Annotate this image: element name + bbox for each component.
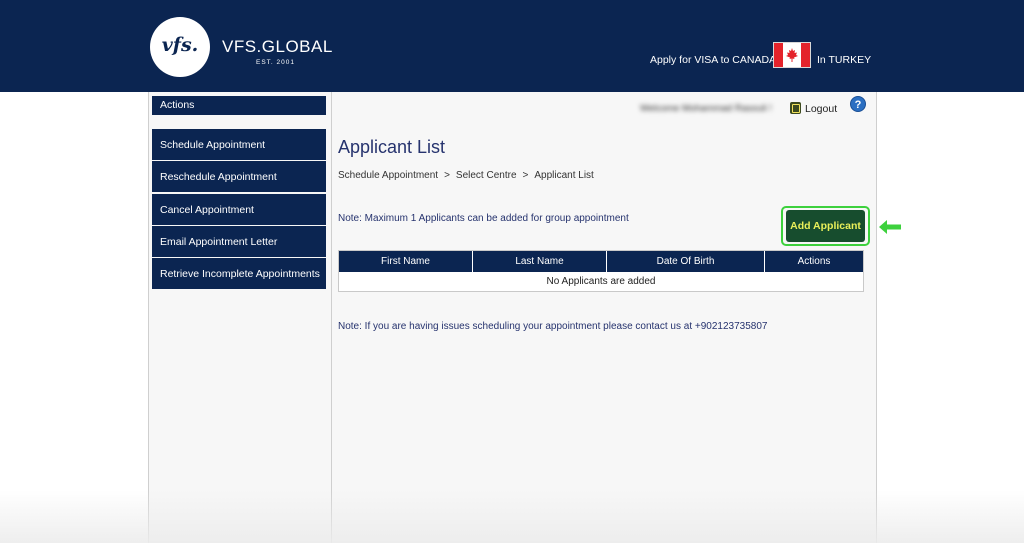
sidebar-item-schedule-appointment[interactable]: Schedule Appointment (152, 129, 326, 160)
table-empty-message: No Applicants are added (339, 272, 863, 291)
sidebar-item-cancel-appointment[interactable]: Cancel Appointment (152, 194, 326, 225)
applicant-table: First Name Last Name Date Of Birth Actio… (338, 250, 864, 292)
welcome-text: Welcome Mohammad Rasouli ! (640, 103, 772, 114)
page-title: Applicant List (338, 137, 446, 157)
logout-icon[interactable] (790, 102, 801, 114)
brand-est: EST. 2001 (256, 59, 295, 66)
country-text: In TURKEY (817, 54, 872, 66)
column-header-date-of-birth[interactable]: Date Of Birth (607, 251, 765, 272)
logout-link[interactable]: Logout (805, 103, 837, 115)
breadcrumb-applicant-list: Applicant List (534, 170, 594, 181)
breadcrumb: Schedule Appointment > Select Centre > Appli… (338, 170, 594, 181)
apply-visa-text: Apply for VISA to CANADA (650, 54, 777, 66)
sidebar-item-retrieve-incomplete[interactable]: Retrieve Incomplete Appointments (152, 258, 326, 289)
column-header-first-name[interactable]: First Name (339, 251, 473, 272)
add-applicant-button[interactable]: Add Applicant (786, 210, 865, 242)
breadcrumb-separator: > (522, 170, 529, 181)
sidebar-item-email-appointment-letter[interactable]: Email Appointment Letter (152, 226, 326, 257)
vfs-logo[interactable]: vfs. (150, 17, 210, 77)
breadcrumb-select-centre[interactable]: Select Centre (456, 170, 517, 181)
vfs-logo-mark: vfs. (161, 34, 199, 56)
site-header: vfs. VFS.GLOBAL EST. 2001 Apply for VISA… (0, 0, 1024, 92)
breadcrumb-schedule-appointment[interactable]: Schedule Appointment (338, 170, 438, 181)
help-icon[interactable]: ? (850, 96, 866, 112)
maple-leaf-icon (786, 48, 798, 62)
table-header-row: First Name Last Name Date Of Birth Actio… (339, 251, 863, 272)
column-header-last-name[interactable]: Last Name (473, 251, 607, 272)
sidebar-item-reschedule-appointment[interactable]: Reschedule Appointment (152, 161, 326, 192)
sidebar-divider (331, 92, 332, 543)
arrow-left-icon (879, 220, 901, 234)
sidebar-title: Actions (152, 96, 326, 115)
brand-name: VFS.GLOBAL (222, 37, 333, 56)
breadcrumb-separator: > (444, 170, 450, 181)
canada-flag-icon (773, 42, 811, 68)
column-header-actions: Actions (797, 256, 831, 267)
contact-note: Note: If you are having issues schedulin… (338, 321, 768, 332)
group-limit-note: Note: Maximum 1 Applicants can be added … (338, 213, 629, 224)
